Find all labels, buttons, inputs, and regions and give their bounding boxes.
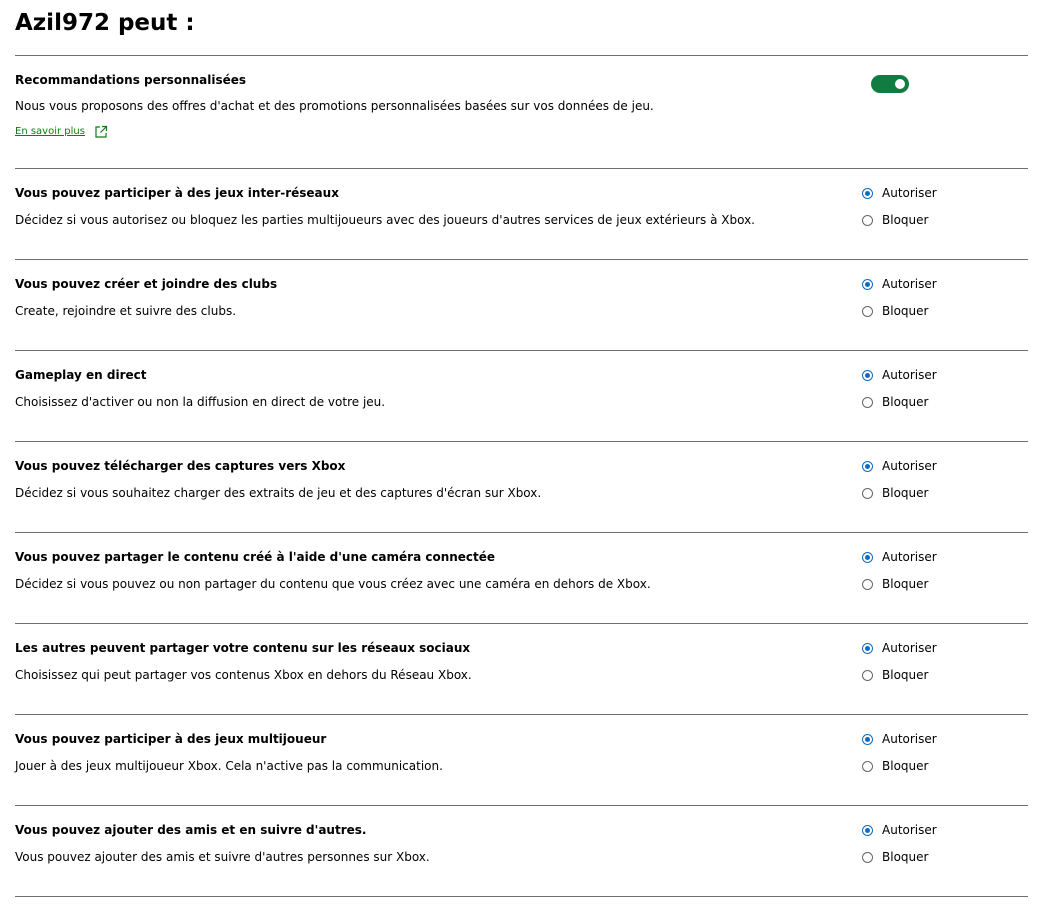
- radio-label: Bloquer: [882, 759, 929, 773]
- external-link-icon: [95, 125, 108, 138]
- allow-radio-option[interactable]: Autoriser: [862, 185, 937, 201]
- setting-title: Vous pouvez participer à des jeux multij…: [15, 732, 327, 746]
- block-radio-option[interactable]: Bloquer: [862, 303, 928, 319]
- radio-button[interactable]: [862, 369, 873, 381]
- block-radio-option[interactable]: Bloquer: [862, 485, 928, 501]
- block-radio-option[interactable]: Bloquer: [862, 394, 928, 410]
- radio-button[interactable]: [862, 578, 873, 590]
- allow-radio-option[interactable]: Autoriser: [862, 276, 937, 292]
- radio-button[interactable]: [862, 733, 873, 745]
- setting-title: Vous pouvez ajouter des amis et en suivr…: [15, 823, 367, 837]
- radio-button[interactable]: [862, 487, 873, 499]
- radio-label: Autoriser: [882, 277, 937, 291]
- setting-description: Décidez si vous pouvez ou non partager d…: [15, 577, 651, 591]
- setting-description: Nous vous proposons des offres d'achat e…: [15, 99, 654, 113]
- learn-more-link[interactable]: En savoir plus: [15, 125, 108, 139]
- radio-button[interactable]: [862, 460, 873, 472]
- block-radio-option[interactable]: Bloquer: [862, 758, 928, 774]
- allow-radio-option[interactable]: Autoriser: [862, 458, 937, 474]
- radio-label: Bloquer: [882, 213, 929, 227]
- radio-label: Autoriser: [882, 459, 937, 473]
- radio-button[interactable]: [862, 551, 873, 563]
- setting-title: Vous pouvez créer et joindre des clubs: [15, 277, 278, 291]
- page-title: Azil972 peut :: [15, 10, 195, 36]
- setting-title: Vous pouvez participer à des jeux inter-…: [15, 186, 339, 200]
- setting-description: Décidez si vous autorisez ou bloquez les…: [15, 213, 755, 227]
- radio-label: Autoriser: [882, 550, 937, 564]
- radio-button[interactable]: [862, 851, 873, 863]
- divider: [15, 350, 1028, 351]
- divider: [15, 896, 1028, 897]
- radio-label: Bloquer: [882, 486, 929, 500]
- setting-description: Jouer à des jeux multijoueur Xbox. Cela …: [15, 759, 443, 773]
- block-radio-option[interactable]: Bloquer: [862, 576, 928, 592]
- radio-button[interactable]: [862, 214, 873, 226]
- setting-title: Vous pouvez télécharger des captures ver…: [15, 459, 346, 473]
- radio-button[interactable]: [862, 278, 873, 290]
- radio-label: Autoriser: [882, 732, 937, 746]
- radio-button[interactable]: [862, 396, 873, 408]
- radio-label: Bloquer: [882, 395, 929, 409]
- radio-button[interactable]: [862, 824, 873, 836]
- toggle-knob: [895, 79, 905, 89]
- setting-description: Create, rejoindre et suivre des clubs.: [15, 304, 237, 318]
- block-radio-option[interactable]: Bloquer: [862, 849, 928, 865]
- radio-button[interactable]: [862, 642, 873, 654]
- radio-button[interactable]: [862, 760, 873, 772]
- radio-label: Autoriser: [882, 186, 937, 200]
- divider: [15, 532, 1028, 533]
- block-radio-option[interactable]: Bloquer: [862, 667, 928, 683]
- setting-description: Choisissez d'activer ou non la diffusion…: [15, 395, 386, 409]
- divider: [15, 441, 1028, 442]
- setting-description: Décidez si vous souhaitez charger des ex…: [15, 486, 542, 500]
- setting-title: Gameplay en direct: [15, 368, 147, 382]
- divider: [15, 714, 1028, 715]
- radio-button[interactable]: [862, 669, 873, 681]
- radio-label: Bloquer: [882, 577, 929, 591]
- radio-label: Bloquer: [882, 668, 929, 682]
- setting-title: Recommandations personnalisées: [15, 73, 247, 87]
- setting-title: Vous pouvez partager le contenu créé à l…: [15, 550, 496, 564]
- radio-label: Autoriser: [882, 368, 937, 382]
- allow-radio-option[interactable]: Autoriser: [862, 640, 937, 656]
- radio-label: Bloquer: [882, 304, 929, 318]
- setting-title: Les autres peuvent partager votre conten…: [15, 641, 471, 655]
- allow-radio-option[interactable]: Autoriser: [862, 549, 937, 565]
- divider: [15, 623, 1028, 624]
- radio-label: Bloquer: [882, 850, 929, 864]
- learn-more-label: En savoir plus: [15, 126, 85, 137]
- divider: [15, 259, 1028, 260]
- setting-description: Choisissez qui peut partager vos contenu…: [15, 668, 472, 682]
- allow-radio-option[interactable]: Autoriser: [862, 731, 937, 747]
- radio-button[interactable]: [862, 187, 873, 199]
- block-radio-option[interactable]: Bloquer: [862, 212, 928, 228]
- allow-radio-option[interactable]: Autoriser: [862, 367, 937, 383]
- setting-description: Vous pouvez ajouter des amis et suivre d…: [15, 850, 430, 864]
- radio-label: Autoriser: [882, 641, 937, 655]
- divider: [15, 805, 1028, 806]
- divider: [15, 168, 1028, 169]
- personalized-recommendations-toggle[interactable]: [871, 75, 909, 93]
- divider: [15, 55, 1028, 56]
- radio-button[interactable]: [862, 305, 873, 317]
- allow-radio-option[interactable]: Autoriser: [862, 822, 937, 838]
- radio-label: Autoriser: [882, 823, 937, 837]
